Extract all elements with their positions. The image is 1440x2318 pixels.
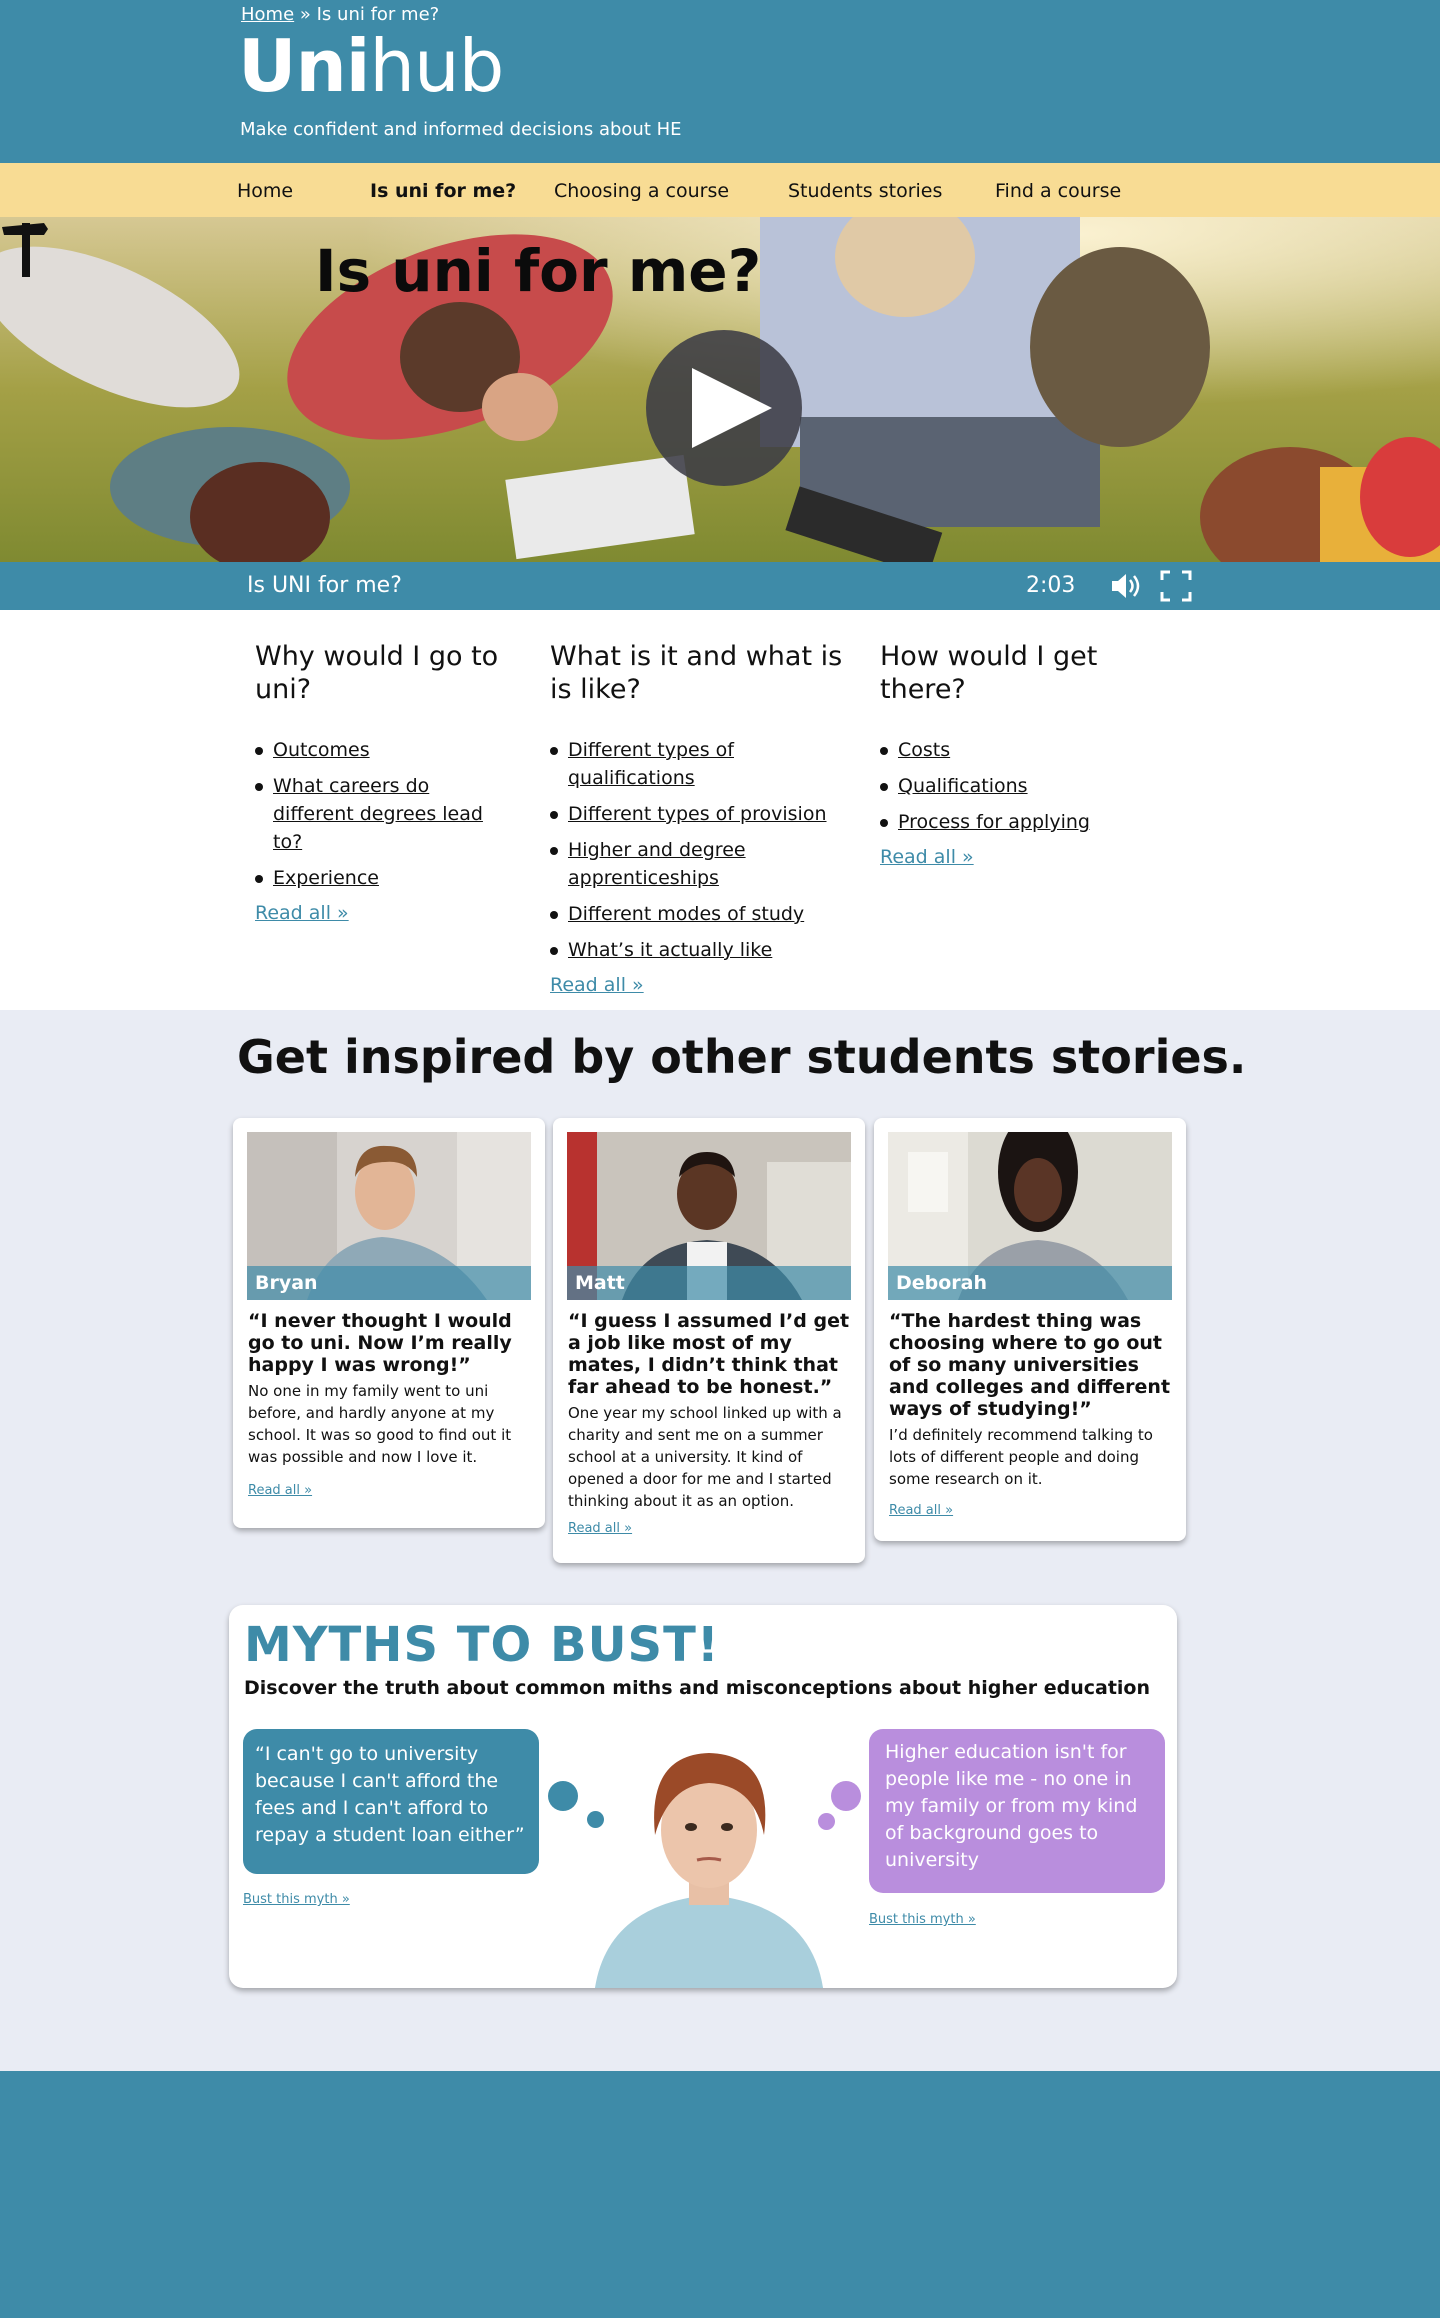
myth-bubble-costs[interactable]: “I can't go to university because I can'… <box>243 1729 539 1874</box>
play-triangle <box>692 368 772 448</box>
link-costs[interactable]: Costs <box>898 739 950 761</box>
link-qualifications[interactable]: Qualifications <box>898 775 1028 797</box>
volume-icon[interactable] <box>1110 572 1144 600</box>
nav-students-stories[interactable]: Students stories <box>788 180 942 202</box>
video-duration: 2:03 <box>1026 573 1076 598</box>
logo-uni: Uni <box>238 24 370 108</box>
myths-panel: MYTHS TO BUST! Discover the truth about … <box>229 1605 1177 1988</box>
story-quote: “I never thought I would go to uni. Now … <box>248 1310 512 1376</box>
info-column-how: How would I get there? Costs Qualificati… <box>880 640 1140 868</box>
thought-dot <box>831 1781 861 1811</box>
story-card-matt[interactable]: Matt “I guess I assumed I’d get a job li… <box>553 1118 865 1563</box>
list-item: Higher and degree apprenticeships <box>550 836 780 892</box>
read-all-link[interactable]: Read all » <box>255 902 349 924</box>
link-outcomes[interactable]: Outcomes <box>273 739 370 761</box>
hero-title: Is uni for me? <box>315 237 762 305</box>
video-title: Is UNI for me? <box>247 573 402 598</box>
bust-myth-link[interactable]: Bust this myth » <box>243 1892 350 1907</box>
unihub-logo[interactable]: Unihub <box>238 30 504 102</box>
stories-heading: Get inspired by other students stories. <box>237 1030 1247 1084</box>
breadcrumb: Home » Is uni for me? <box>241 4 439 25</box>
story-card-deborah[interactable]: Deborah “The hardest thing was choosing … <box>874 1118 1186 1541</box>
list-item: Different modes of study <box>550 900 860 928</box>
info-column-why: Why would I go to uni? Outcomes What car… <box>255 640 515 924</box>
story-description: No one in my family went to uni before, … <box>248 1382 512 1466</box>
link-process-applying[interactable]: Process for applying <box>898 811 1090 833</box>
nav-choosing-a-course[interactable]: Choosing a course <box>554 180 729 202</box>
thought-dot <box>818 1813 835 1830</box>
play-icon[interactable] <box>646 330 802 486</box>
link-experience[interactable]: Experience <box>273 867 379 889</box>
read-all-link[interactable]: Read all » <box>880 846 974 868</box>
link-list: Outcomes What careers do different degre… <box>255 736 515 892</box>
read-all-link[interactable]: Read all » <box>568 1521 632 1536</box>
story-description: I’d definitely recommend talking to lots… <box>889 1426 1153 1488</box>
main-nav: Home Is uni for me? Choosing a course St… <box>0 163 1440 217</box>
site-header: Home » Is uni for me? Unihub Make confid… <box>0 0 1440 163</box>
hero-video[interactable]: Is uni for me? <box>0 217 1440 562</box>
bust-myth-link[interactable]: Bust this myth » <box>869 1912 976 1927</box>
student-name: Bryan <box>247 1266 531 1300</box>
student-photo: Bryan <box>247 1132 531 1300</box>
fullscreen-icon[interactable] <box>1160 570 1192 602</box>
list-item: Experience <box>255 864 515 892</box>
column-heading: How would I get there? <box>880 641 1098 705</box>
link-apprenticeships[interactable]: Higher and degree apprenticeships <box>568 839 746 889</box>
link-qualification-types[interactable]: Different types of qualifications <box>568 739 734 789</box>
link-modes-of-study[interactable]: Different modes of study <box>568 903 804 925</box>
nav-is-uni-for-me[interactable]: Is uni for me? <box>370 180 516 202</box>
tagline: Make confident and informed decisions ab… <box>240 119 682 140</box>
logo-hub: hub <box>369 24 504 108</box>
list-item: What careers do different degrees lead t… <box>255 772 515 856</box>
link-list: Different types of qualifications Differ… <box>550 736 860 964</box>
site-footer <box>0 2071 1440 2318</box>
breadcrumb-home-link[interactable]: Home <box>241 4 294 25</box>
list-item: Costs <box>880 736 1140 764</box>
myths-subtitle: Discover the truth about common miths an… <box>244 1677 1151 1699</box>
list-item: Outcomes <box>255 736 515 764</box>
myths-title: MYTHS TO BUST! <box>244 1617 720 1673</box>
student-photo: Deborah <box>888 1132 1172 1300</box>
link-careers[interactable]: What careers do different degrees lead t… <box>273 775 483 853</box>
list-item: Different types of provision <box>550 800 860 828</box>
column-heading: Why would I go to uni? <box>255 641 499 705</box>
breadcrumb-current: Is uni for me? <box>316 4 440 25</box>
link-provision-types[interactable]: Different types of provision <box>568 803 827 825</box>
list-item: Different types of qualifications <box>550 736 860 792</box>
list-item: Process for applying <box>880 808 1140 836</box>
link-list: Costs Qualifications Process for applyin… <box>880 736 1140 836</box>
list-item: What’s it actually like <box>550 936 860 964</box>
list-item: Qualifications <box>880 772 1140 800</box>
nav-find-a-course[interactable]: Find a course <box>995 180 1121 202</box>
read-all-link[interactable]: Read all » <box>248 1483 312 1498</box>
signpost-icon <box>2 223 48 277</box>
read-all-link[interactable]: Read all » <box>550 974 644 996</box>
read-all-link[interactable]: Read all » <box>889 1503 953 1518</box>
info-column-what: What is it and what is is like? Differen… <box>550 640 860 996</box>
story-quote: “I guess I assumed I’d get a job like mo… <box>568 1310 850 1398</box>
myth-bubble-background[interactable]: Higher education isn't for people like m… <box>869 1729 1165 1893</box>
story-card-bryan[interactable]: Bryan “I never thought I would go to uni… <box>233 1118 545 1528</box>
story-description: One year my school linked up with a char… <box>568 1404 842 1510</box>
student-name: Deborah <box>888 1266 1172 1300</box>
thought-dot <box>548 1781 578 1811</box>
nav-home[interactable]: Home <box>237 180 293 202</box>
breadcrumb-separator: » <box>294 4 317 25</box>
link-whats-it-like[interactable]: What’s it actually like <box>568 939 772 961</box>
woman-illustration <box>595 1753 823 1988</box>
student-photo: Matt <box>567 1132 851 1300</box>
info-section: Why would I go to uni? Outcomes What car… <box>0 610 1440 1010</box>
column-heading: What is it and what is is like? <box>550 641 843 705</box>
story-quote: “The hardest thing was choosing where to… <box>889 1310 1171 1420</box>
video-controls-bar: Is UNI for me? 2:03 <box>0 562 1440 610</box>
student-name: Matt <box>567 1266 851 1300</box>
